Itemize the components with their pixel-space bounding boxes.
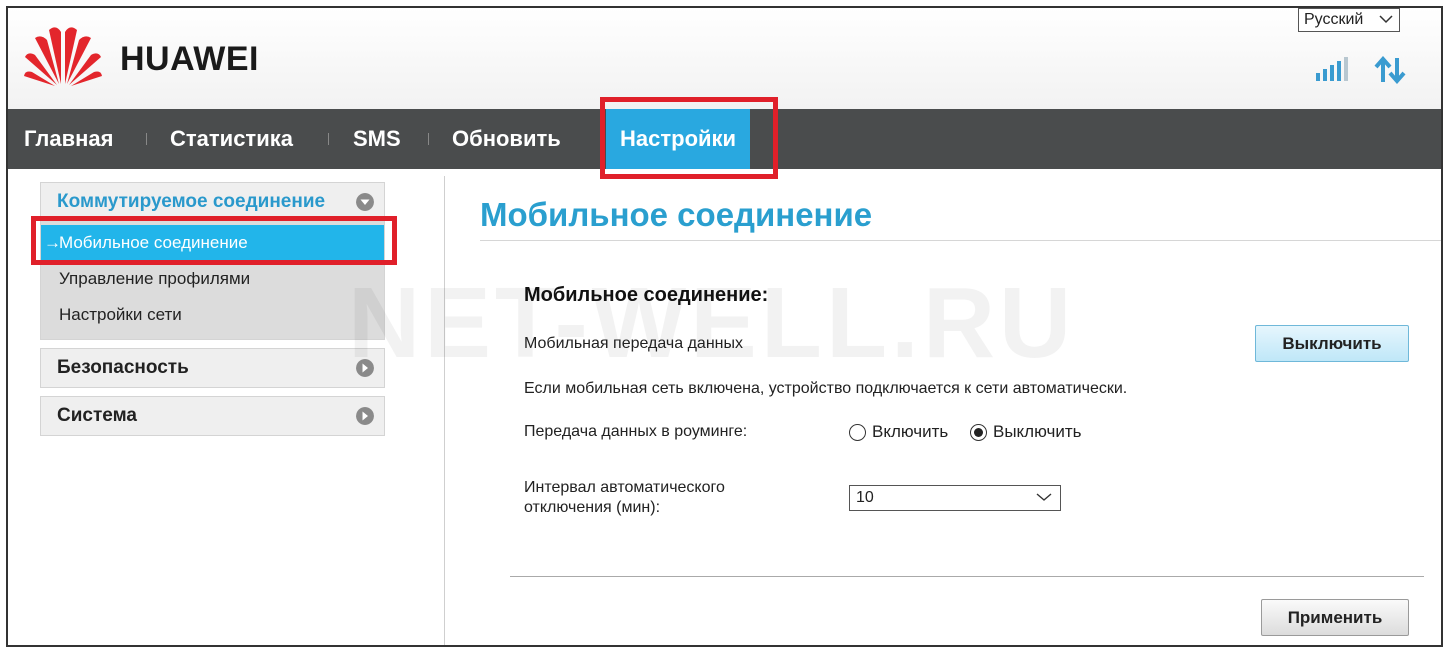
- expand-icon: [356, 407, 374, 425]
- nav-separator: [146, 133, 147, 145]
- sidebar-item-profile-management[interactable]: Управление профилями: [41, 261, 384, 297]
- language-select[interactable]: Русский: [1298, 8, 1400, 32]
- nav-settings[interactable]: Настройки: [606, 109, 751, 169]
- roaming-on-radio[interactable]: [849, 424, 866, 441]
- apply-button[interactable]: Применить: [1261, 599, 1409, 636]
- form-divider: [510, 576, 1424, 577]
- header: HUAWEI Русский: [8, 8, 1441, 109]
- brand-name: HUAWEI: [120, 40, 259, 78]
- sidebar-group-system[interactable]: Система: [40, 396, 385, 436]
- interval-value: 10: [856, 489, 874, 506]
- language-value: Русский: [1304, 11, 1364, 28]
- nav-separator: [328, 133, 329, 145]
- sidebar-group-security-title: Безопасность: [57, 357, 189, 378]
- roaming-off-label[interactable]: Выключить: [993, 422, 1081, 442]
- data-transfer-arrows-icon: [1374, 56, 1406, 84]
- sidebar-group-security[interactable]: Безопасность: [40, 348, 385, 388]
- sidebar-item-label: Мобильное соединение: [59, 233, 248, 252]
- sidebar: Коммутируемое соединение → Мобильное сое…: [40, 182, 385, 436]
- sidebar-submenu: → Мобильное соединение Управление профил…: [41, 221, 384, 339]
- info-text: Если мобильная сеть включена, устройство…: [524, 380, 1128, 397]
- sidebar-group-system-title: Система: [57, 405, 137, 426]
- nav-update[interactable]: Обновить: [452, 109, 561, 169]
- mobile-data-label: Мобильная передача данных: [524, 335, 743, 352]
- content-divider: [444, 176, 445, 645]
- interval-select[interactable]: 10: [849, 485, 1061, 511]
- title-divider: [480, 240, 1441, 241]
- roaming-off-radio[interactable]: [970, 424, 987, 441]
- arrow-right-icon: →: [44, 233, 61, 252]
- sidebar-item-network-settings[interactable]: Настройки сети: [41, 297, 384, 333]
- nav-separator: [428, 133, 429, 145]
- chevron-down-icon: [1379, 15, 1393, 24]
- interval-label-line2: отключения (мин):: [524, 499, 661, 516]
- page-title: Мобильное соединение: [480, 196, 873, 233]
- main-nav: Главная Статистика SMS Обновить Настройк…: [8, 109, 1441, 169]
- roaming-on-label[interactable]: Включить: [872, 422, 948, 442]
- sidebar-item-mobile-connection[interactable]: → Мобильное соединение: [41, 225, 384, 261]
- sidebar-group-dialup-title[interactable]: Коммутируемое соединение: [41, 183, 384, 221]
- huawei-logo-icon: [24, 27, 102, 86]
- sidebar-group-dialup: Коммутируемое соединение → Мобильное сое…: [40, 182, 385, 340]
- interval-label-line1: Интервал автоматического: [524, 479, 725, 496]
- roaming-label: Передача данных в роуминге:: [524, 423, 748, 440]
- nav-sms[interactable]: SMS: [353, 109, 401, 169]
- router-web-ui: HUAWEI Русский Главная Статистика SMS Об…: [6, 6, 1443, 647]
- collapse-icon[interactable]: [356, 193, 374, 211]
- signal-bars-icon: [1316, 57, 1348, 81]
- section-title: Мобильное соединение:: [524, 284, 769, 306]
- nav-home[interactable]: Главная: [24, 109, 113, 169]
- nav-statistics[interactable]: Статистика: [170, 109, 293, 169]
- chevron-down-icon: [1036, 493, 1052, 501]
- mobile-data-toggle-button[interactable]: Выключить: [1255, 325, 1409, 362]
